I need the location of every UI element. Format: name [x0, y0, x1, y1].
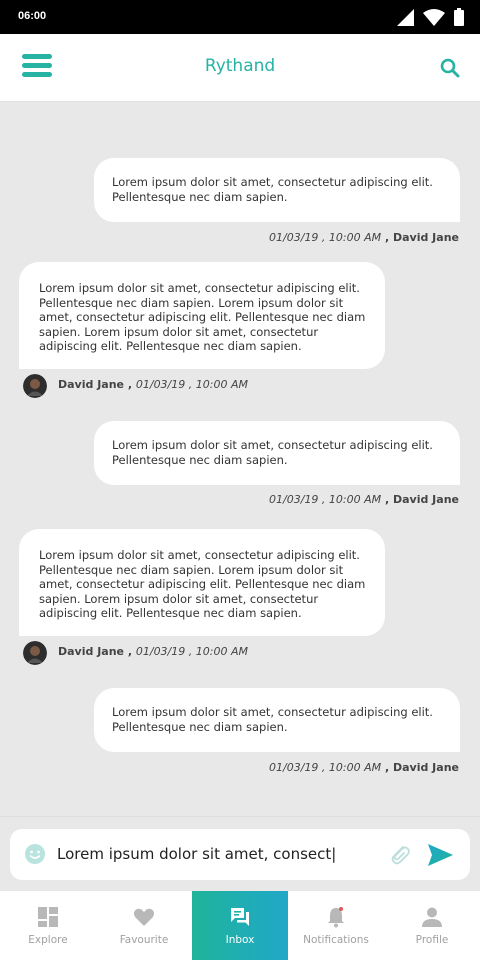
nav-item-favourite[interactable]: Favourite	[96, 891, 192, 960]
nav-label: Notifications	[303, 934, 369, 946]
message-meta: 01/03/19 , 10:00 AM , David Jane	[269, 493, 459, 506]
inbox-icon	[231, 908, 249, 926]
nav-item-notifications[interactable]: Notifications	[288, 891, 384, 960]
nav-label: Explore	[28, 934, 68, 946]
message-meta: 01/03/19 , 10:00 AM , David Jane	[269, 231, 459, 244]
nav-item-profile[interactable]: Profile	[384, 891, 480, 960]
message-text: Lorem ipsum dolor sit amet, consectetur …	[112, 438, 433, 467]
message-outgoing: Lorem ipsum dolor sit amet, consectetur …	[94, 421, 460, 485]
bell-icon	[328, 907, 344, 928]
message-incoming: Lorem ipsum dolor sit amet, consectetur …	[19, 529, 385, 636]
message-time: 01/03/19 , 10:00 AM	[269, 493, 382, 506]
nav-label: Favourite	[119, 934, 169, 946]
message-text: Lorem ipsum dolor sit amet, consectetur …	[112, 705, 433, 734]
status-icons	[397, 8, 464, 26]
avatar-image	[23, 641, 47, 665]
message-sender: David Jane	[392, 493, 459, 506]
message-bubble: Lorem ipsum dolor sit amet, consectetur …	[19, 529, 385, 636]
message-meta: David Jane , 01/03/19 , 10:00 AM	[58, 378, 248, 391]
message-time: 01/03/19 , 10:00 AM	[135, 645, 248, 658]
attach-button[interactable]	[386, 841, 412, 867]
nav-item-explore[interactable]: Explore	[0, 891, 96, 960]
battery-icon	[454, 8, 464, 26]
avatar[interactable]	[23, 641, 47, 665]
message-text: Lorem ipsum dolor sit amet, consectetur …	[39, 548, 366, 620]
message-sender: David Jane	[58, 645, 125, 658]
avatar[interactable]	[23, 374, 47, 398]
status-time: 06:00	[18, 10, 47, 22]
composer-area	[0, 816, 480, 891]
message-text: Lorem ipsum dolor sit amet, consectetur …	[112, 175, 433, 204]
heart-icon	[133, 908, 155, 926]
message-sender: David Jane	[58, 378, 125, 391]
emoji-button[interactable]	[24, 843, 46, 865]
avatar-image	[23, 374, 47, 398]
message-meta: David Jane , 01/03/19 , 10:00 AM	[58, 645, 248, 658]
explore-icon	[38, 907, 58, 927]
message-sender: David Jane	[392, 761, 459, 774]
wifi-icon	[423, 9, 445, 26]
search-icon	[440, 58, 460, 78]
app-bar: Rythand	[0, 34, 480, 102]
message-bubble: Lorem ipsum dolor sit amet, consectetur …	[94, 421, 460, 485]
paperclip-icon	[391, 846, 410, 865]
message-meta: 01/03/19 , 10:00 AM , David Jane	[269, 761, 459, 774]
send-button[interactable]	[426, 842, 454, 868]
status-bar: 06:00	[0, 0, 480, 34]
nav-item-inbox[interactable]: Inbox	[192, 891, 288, 960]
profile-icon	[422, 907, 442, 927]
message-outgoing: Lorem ipsum dolor sit amet, consectetur …	[94, 688, 460, 752]
message-bubble: Lorem ipsum dolor sit amet, consectetur …	[94, 688, 460, 752]
message-time: 01/03/19 , 10:00 AM	[135, 378, 248, 391]
message-time: 01/03/19 , 10:00 AM	[269, 231, 382, 244]
message-input[interactable]	[57, 838, 337, 870]
search-button[interactable]	[438, 56, 462, 80]
signal-icon	[397, 9, 414, 26]
message-bubble: Lorem ipsum dolor sit amet, consectetur …	[94, 158, 460, 222]
message-outgoing: Lorem ipsum dolor sit amet, consectetur …	[94, 158, 460, 222]
message-incoming: Lorem ipsum dolor sit amet, consectetur …	[19, 262, 385, 369]
message-time: 01/03/19 , 10:00 AM	[269, 761, 382, 774]
chat-thread[interactable]: Lorem ipsum dolor sit amet, consectetur …	[0, 103, 480, 816]
message-text: Lorem ipsum dolor sit amet, consectetur …	[39, 281, 366, 353]
message-sender: David Jane	[392, 231, 459, 244]
message-composer	[10, 829, 470, 880]
emoji-icon	[25, 844, 45, 864]
message-bubble: Lorem ipsum dolor sit amet, consectetur …	[19, 262, 385, 369]
nav-label: Inbox	[225, 934, 255, 946]
bottom-nav: Explore Favourite Inbox Notifications Pr…	[0, 891, 480, 960]
nav-label: Profile	[415, 934, 449, 946]
send-icon	[428, 844, 453, 866]
app-title: Rythand	[204, 56, 276, 76]
